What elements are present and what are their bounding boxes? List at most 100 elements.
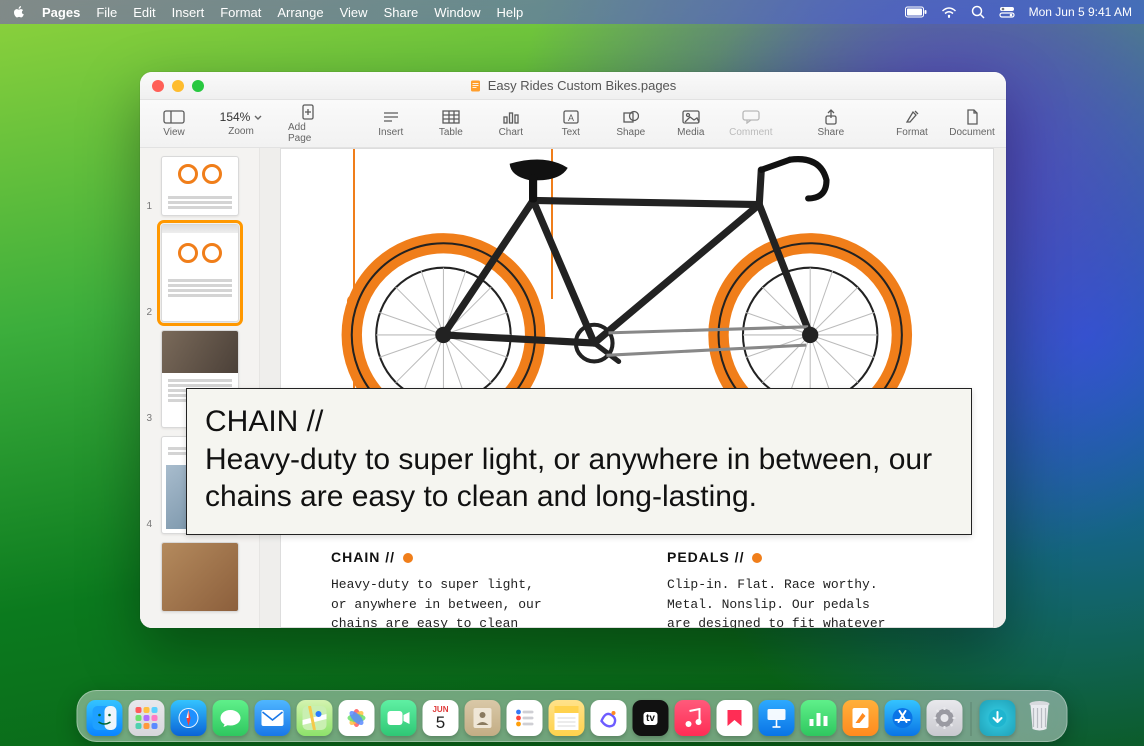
- window-toolbar: View 154% Zoom Add Page Insert Table Cha…: [140, 100, 1006, 148]
- section-pedals-body: Clip-in. Flat. Race worthy. Metal. Nonsl…: [667, 575, 963, 628]
- toolbar-view-label: View: [163, 127, 185, 138]
- dock-trash-icon[interactable]: [1022, 696, 1058, 736]
- apple-menu-icon[interactable]: [12, 5, 26, 19]
- page-thumbnail-5[interactable]: [161, 542, 239, 612]
- dock-photos-icon[interactable]: [339, 700, 375, 736]
- dock-maps-icon[interactable]: [297, 700, 333, 736]
- pages-window: Easy Rides Custom Bikes.pages View 154% …: [140, 72, 1006, 628]
- toolbar-format-button[interactable]: Format: [892, 109, 932, 138]
- toolbar-comment-button: Comment: [731, 109, 771, 138]
- toolbar-share-label: Share: [817, 127, 844, 138]
- dock-messages-icon[interactable]: [213, 700, 249, 736]
- dock-pages-icon[interactable]: [843, 700, 879, 736]
- add-page-icon: [297, 104, 319, 120]
- toolbar-zoom[interactable]: 154% Zoom: [214, 110, 268, 137]
- toolbar-media-label: Media: [677, 127, 704, 138]
- page-number: 1: [147, 201, 153, 212]
- toolbar-share-button[interactable]: Share: [811, 109, 851, 138]
- dock-notes-icon[interactable]: [549, 700, 585, 736]
- toolbar-media-button[interactable]: Media: [671, 109, 711, 138]
- toolbar-comment-label: Comment: [729, 127, 772, 138]
- dock-settings-icon[interactable]: [927, 700, 963, 736]
- dock-tv-icon[interactable]: tv: [633, 700, 669, 736]
- toolbar-format-label: Format: [896, 127, 928, 138]
- toolbar-view-button[interactable]: View: [154, 109, 194, 138]
- menu-bar-left: Pages File Edit Insert Format Arrange Vi…: [12, 5, 523, 20]
- window-close-button[interactable]: [152, 80, 164, 92]
- dock-mail-icon[interactable]: [255, 700, 291, 736]
- menu-bar-right: Mon Jun 5 9:41 AM: [905, 5, 1132, 19]
- page-thumbnail-2[interactable]: 2: [161, 224, 239, 322]
- document-icon: [961, 109, 983, 125]
- menu-format[interactable]: Format: [220, 5, 261, 20]
- zoom-level-value: 154%: [220, 110, 251, 124]
- section-pedals-heading: PEDALS //: [667, 549, 963, 565]
- dock-freeform-icon[interactable]: [591, 700, 627, 736]
- hover-text-title: CHAIN //: [205, 403, 953, 441]
- section-chain[interactable]: CHAIN // Heavy-duty to super light, or a…: [331, 549, 627, 628]
- dock-safari-icon[interactable]: [171, 700, 207, 736]
- battery-icon[interactable]: [905, 6, 927, 18]
- chart-icon: [500, 109, 522, 125]
- window-zoom-button[interactable]: [192, 80, 204, 92]
- dock-finder-icon[interactable]: [87, 700, 123, 736]
- menu-edit[interactable]: Edit: [133, 5, 155, 20]
- window-minimize-button[interactable]: [172, 80, 184, 92]
- dock-music-icon[interactable]: [675, 700, 711, 736]
- chevron-down-icon: [254, 115, 262, 120]
- media-icon: [680, 109, 702, 125]
- view-icon: [163, 109, 185, 125]
- dock-keynote-icon[interactable]: [759, 700, 795, 736]
- toolbar-add-page-button[interactable]: Add Page: [288, 104, 328, 144]
- dock-news-icon[interactable]: [717, 700, 753, 736]
- toolbar-shape-button[interactable]: Shape: [611, 109, 651, 138]
- toolbar-zoom-label: Zoom: [228, 126, 254, 137]
- table-icon: [440, 109, 462, 125]
- format-icon: [901, 109, 923, 125]
- window-titlebar[interactable]: Easy Rides Custom Bikes.pages: [140, 72, 1006, 100]
- toolbar-table-label: Table: [439, 127, 463, 138]
- dock-numbers-icon[interactable]: [801, 700, 837, 736]
- menu-help[interactable]: Help: [497, 5, 524, 20]
- spotlight-search-icon[interactable]: [971, 5, 985, 19]
- window-title: Easy Rides Custom Bikes.pages: [488, 78, 677, 93]
- text-icon: A: [560, 109, 582, 125]
- share-icon: [820, 109, 842, 125]
- page-thumbnail-1[interactable]: 1: [161, 156, 239, 216]
- menu-bar-clock[interactable]: Mon Jun 5 9:41 AM: [1029, 5, 1132, 19]
- toolbar-text-button[interactable]: A Text: [551, 109, 591, 138]
- hover-text-overlay: CHAIN // Heavy-duty to super light, or a…: [186, 388, 972, 535]
- menu-view[interactable]: View: [340, 5, 368, 20]
- menu-bar: Pages File Edit Insert Format Arrange Vi…: [0, 0, 1144, 24]
- toolbar-table-button[interactable]: Table: [431, 109, 471, 138]
- toolbar-insert-button[interactable]: Insert: [371, 109, 411, 138]
- dock-downloads-icon[interactable]: [980, 700, 1016, 736]
- dock-contacts-icon[interactable]: [465, 700, 501, 736]
- document-proxy-icon[interactable]: [470, 80, 482, 92]
- menu-share[interactable]: Share: [384, 5, 419, 20]
- bicycle-illustration: [311, 149, 963, 419]
- dock-appstore-icon[interactable]: [885, 700, 921, 736]
- menu-arrange[interactable]: Arrange: [277, 5, 323, 20]
- page-number: 3: [147, 413, 153, 424]
- menu-window[interactable]: Window: [434, 5, 480, 20]
- insert-icon: [380, 109, 402, 125]
- comment-icon: [740, 109, 762, 125]
- toolbar-text-label: Text: [562, 127, 580, 138]
- menu-file[interactable]: File: [96, 5, 117, 20]
- feature-sections: CHAIN // Heavy-duty to super light, or a…: [331, 549, 963, 628]
- window-traffic-lights: [152, 80, 204, 92]
- menu-insert[interactable]: Insert: [172, 5, 205, 20]
- dock-reminders-icon[interactable]: [507, 700, 543, 736]
- zoom-level-control[interactable]: 154%: [220, 110, 263, 124]
- menu-app-name[interactable]: Pages: [42, 5, 80, 20]
- section-pedals[interactable]: PEDALS // Clip-in. Flat. Race worthy. Me…: [667, 549, 963, 628]
- toolbar-document-button[interactable]: Document: [952, 109, 992, 138]
- wifi-icon[interactable]: [941, 6, 957, 18]
- control-center-icon[interactable]: [999, 6, 1015, 18]
- dock-calendar-icon[interactable]: JUN5: [423, 700, 459, 736]
- toolbar-chart-button[interactable]: Chart: [491, 109, 531, 138]
- dock-launchpad-icon[interactable]: [129, 700, 165, 736]
- dock-facetime-icon[interactable]: [381, 700, 417, 736]
- dock-calendar-day: 5: [436, 714, 445, 731]
